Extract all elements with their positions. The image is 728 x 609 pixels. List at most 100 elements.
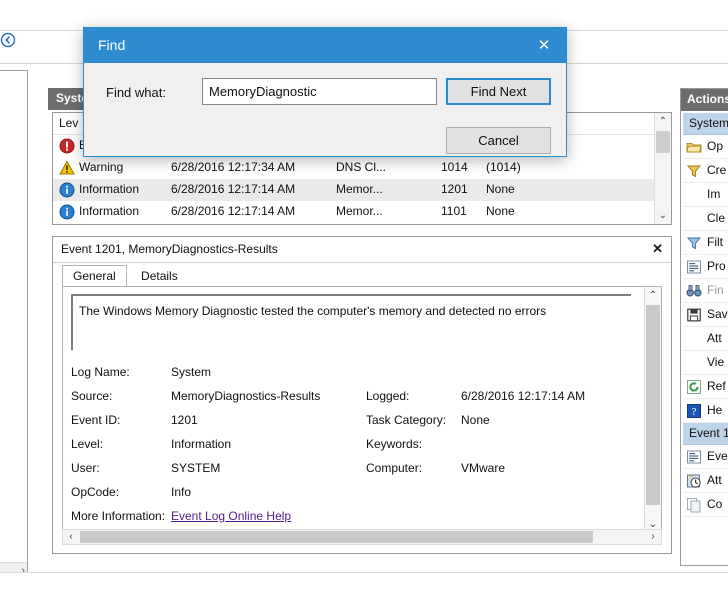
close-icon[interactable]: ✕ — [522, 28, 566, 63]
find-dialog-titlebar[interactable]: Find ✕ — [84, 28, 566, 63]
cell-task-category: None — [486, 204, 515, 218]
action-attach-task-to-event[interactable]: Att — [683, 469, 728, 493]
find-dialog-body: Find what: Find Next Cancel — [84, 63, 566, 156]
event-message-text: The Windows Memory Diagnostic tested the… — [79, 304, 546, 318]
more-information-label: More Information: — [71, 509, 165, 523]
field-label-secondary: Keywords: — [366, 437, 422, 451]
event-log-online-help-link[interactable]: Event Log Online Help — [171, 509, 291, 523]
properties-icon — [686, 449, 702, 465]
table-row[interactable]: Warning 6/28/2016 12:17:34 AM DNS Cl... … — [53, 157, 656, 179]
error-icon — [59, 138, 75, 154]
action-import-custom-view[interactable]: Im — [683, 183, 728, 207]
field-label: User: — [71, 461, 100, 475]
close-icon[interactable]: ✕ — [652, 241, 663, 257]
action-filter-current-log[interactable]: Filt — [683, 231, 728, 255]
cell-date: 6/28/2016 12:17:14 AM — [171, 182, 295, 196]
column-header-level[interactable]: Lev — [59, 116, 78, 130]
find-dialog: Find ✕ Find what: Find Next Cancel — [83, 27, 567, 157]
detail-title: Event 1201, MemoryDiagnostics-Results — [61, 242, 278, 256]
event-message-box: The Windows Memory Diagnostic tested the… — [71, 294, 631, 350]
actions-group-system: System — [683, 113, 728, 135]
cancel-button[interactable]: Cancel — [446, 127, 551, 154]
copy-icon — [686, 497, 702, 513]
center-pane: System Lev E — [48, 88, 676, 566]
field-value-secondary: None — [461, 413, 490, 427]
field-row: Event ID: 1201 Task Category: None — [71, 413, 641, 437]
find-what-input[interactable] — [202, 78, 437, 105]
detail-titlebar: Event 1201, MemoryDiagnostics-Results ✕ — [53, 237, 671, 263]
tab-details[interactable]: Details — [130, 265, 189, 287]
cell-event-id: 1014 — [441, 160, 468, 174]
event-fields: Log Name: System Source: MemoryDiagnosti… — [71, 365, 641, 533]
scroll-thumb[interactable] — [80, 531, 593, 543]
scroll-up-arrow-icon[interactable]: ⌃ — [655, 113, 671, 130]
event-list-vertical-scrollbar[interactable]: ⌃ ⌄ — [654, 113, 671, 224]
save-disk-icon — [686, 307, 702, 323]
detail-tabs: General Details — [62, 265, 189, 287]
properties-icon — [686, 259, 702, 275]
field-row: User: SYSTEM Computer: VMware — [71, 461, 641, 485]
tab-general[interactable]: General — [62, 265, 127, 287]
action-event-properties[interactable]: Eve — [683, 445, 728, 469]
scroll-left-arrow-icon[interactable]: ‹ — [63, 530, 79, 544]
field-value: SYSTEM — [171, 461, 220, 475]
field-row: Log Name: System — [71, 365, 641, 389]
scroll-down-arrow-icon[interactable]: ⌄ — [655, 207, 671, 224]
field-row: Level: Information Keywords: — [71, 437, 641, 461]
action-find[interactable]: Fin — [683, 279, 728, 303]
cell-task-category: (1014) — [486, 160, 521, 174]
action-attach-task-to-log[interactable]: Att — [683, 327, 728, 351]
actions-group-event: Event 1 — [683, 423, 728, 445]
field-value: System — [171, 365, 211, 379]
refresh-icon — [686, 379, 702, 395]
field-label: Log Name: — [71, 365, 130, 379]
action-clear-log[interactable]: Cle — [683, 207, 728, 231]
find-next-button[interactable]: Find Next — [446, 78, 551, 105]
action-label: Cle — [707, 211, 725, 225]
action-label: Op — [707, 139, 723, 153]
detail-horizontal-scrollbar[interactable]: ‹ › — [62, 529, 662, 545]
scroll-thumb[interactable] — [646, 305, 660, 505]
action-refresh[interactable]: Ref — [683, 375, 728, 399]
find-what-label: Find what: — [106, 85, 166, 100]
event-viewer-window: ices Lo › System Lev — [0, 0, 728, 609]
cell-event-id: 1201 — [441, 182, 468, 196]
action-copy[interactable]: Co — [683, 493, 728, 517]
field-row: OpCode: Info — [71, 485, 641, 509]
back-navigation-icon[interactable] — [0, 32, 16, 48]
field-row: Source: MemoryDiagnostics-Results Logged… — [71, 389, 641, 413]
table-row[interactable]: Information 6/28/2016 12:17:14 AM Memor.… — [53, 201, 656, 223]
cell-level: Warning — [79, 160, 123, 174]
detail-vertical-scrollbar[interactable]: ⌃ ⌄ — [644, 287, 661, 533]
binoculars-icon — [686, 283, 702, 299]
action-label: Eve — [707, 449, 728, 463]
scroll-up-arrow-icon[interactable]: ⌃ — [645, 287, 661, 304]
attach-task-clock-icon — [686, 473, 702, 489]
console-tree-pane[interactable]: ices Lo › — [0, 70, 28, 580]
table-row[interactable]: Information 6/28/2016 12:17:14 AM Memor.… — [53, 179, 656, 201]
tab-actions[interactable]: Actions — [681, 89, 728, 111]
cell-source: Memor... — [336, 182, 383, 196]
status-strip — [0, 572, 728, 594]
action-label: Att — [707, 473, 722, 487]
action-label: Co — [707, 497, 722, 511]
action-open-saved-log[interactable]: Op — [683, 135, 728, 159]
action-label: Sav — [707, 307, 728, 321]
field-label: Level: — [71, 437, 103, 451]
actions-pane: Actions System Op Cre — [680, 88, 728, 566]
actions-list: System Op Cre Im — [683, 113, 728, 563]
action-label: Att — [707, 331, 722, 345]
scroll-thumb[interactable] — [656, 131, 670, 153]
action-view[interactable]: Vie — [683, 351, 728, 375]
action-properties[interactable]: Pro — [683, 255, 728, 279]
action-help[interactable]: ? He — [683, 399, 728, 423]
warning-icon — [59, 160, 75, 176]
cell-date: 6/28/2016 12:17:14 AM — [171, 204, 295, 218]
action-label: Filt — [707, 235, 723, 249]
action-create-custom-view[interactable]: Cre — [683, 159, 728, 183]
action-label: Vie — [707, 355, 724, 369]
cell-source: DNS Cl... — [336, 160, 386, 174]
scroll-right-arrow-icon[interactable]: › — [645, 530, 661, 544]
action-save-all-events-as[interactable]: Sav — [683, 303, 728, 327]
detail-body: The Windows Memory Diagnostic tested the… — [62, 286, 662, 534]
